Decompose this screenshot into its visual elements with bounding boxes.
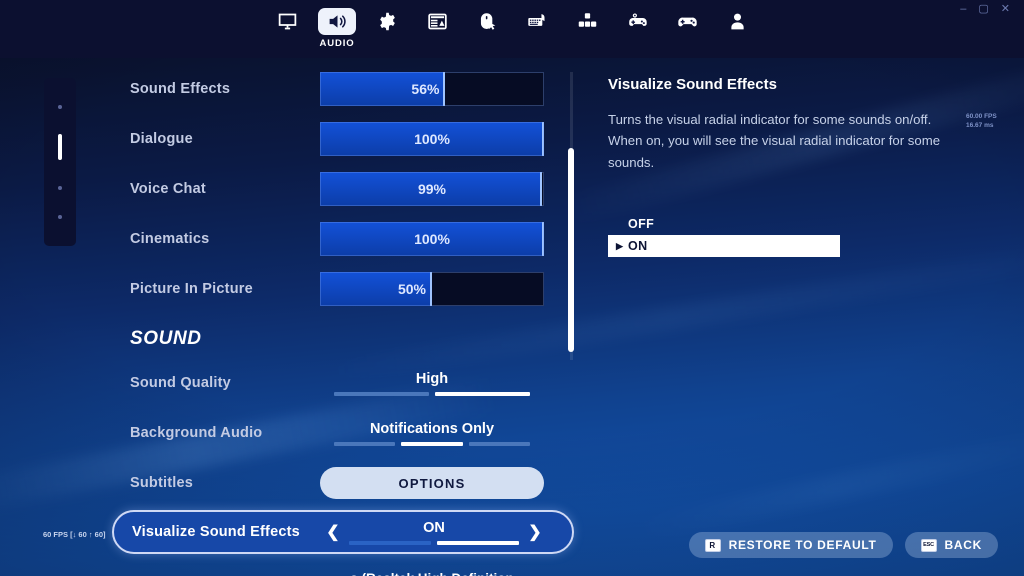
caret-right-icon: ▶ bbox=[616, 240, 624, 251]
stepper-value: High bbox=[415, 370, 449, 387]
tab-brightness[interactable] bbox=[568, 8, 606, 35]
tab-game[interactable] bbox=[368, 8, 406, 35]
setting-label: Subtitles bbox=[130, 475, 194, 491]
detail-panel: Visualize Sound Effects Turns the visual… bbox=[608, 76, 978, 258]
page-dot[interactable] bbox=[58, 215, 62, 220]
segment bbox=[468, 441, 530, 446]
stepper-value: Notifications Only bbox=[369, 420, 495, 437]
list-scrollbar-thumb[interactable] bbox=[568, 148, 574, 352]
footer-buttons: R RESTORE TO DEFAULT ESC BACK bbox=[688, 532, 998, 558]
tab-audio-label: AUDIO bbox=[319, 38, 355, 49]
segment bbox=[349, 540, 431, 545]
fps-overlay-left: 60 FPS [↓ 60 ↑ 60] bbox=[43, 530, 106, 539]
back-label: BACK bbox=[944, 538, 982, 552]
segment bbox=[334, 391, 429, 396]
page-dot[interactable] bbox=[58, 185, 62, 190]
frametime-value: 16.67 ms bbox=[966, 122, 994, 130]
segment-active bbox=[401, 441, 463, 446]
page-dot[interactable] bbox=[58, 104, 62, 109]
detail-title: Visualize Sound Effects bbox=[608, 76, 777, 93]
setting-row-sound-quality[interactable]: Sound Quality High bbox=[112, 360, 574, 406]
tab-controller-config[interactable] bbox=[618, 8, 656, 35]
setting-row-voice-chat[interactable]: Voice Chat 99% bbox=[112, 166, 574, 212]
section-header-sound: SOUND bbox=[130, 328, 202, 349]
setting-label: Picture In Picture bbox=[130, 281, 253, 297]
detail-options-list: OFF ▶ ON bbox=[608, 213, 840, 258]
segment-indicator bbox=[334, 391, 530, 396]
key-esc-icon: ESC bbox=[920, 538, 937, 552]
segment-indicator bbox=[334, 441, 530, 446]
stepper-visualize-sound-effects[interactable]: ON bbox=[344, 512, 524, 552]
detail-option-on[interactable]: ▶ ON bbox=[608, 235, 840, 258]
stepper-value: ON bbox=[423, 519, 445, 536]
settings-tab-bar: AUDIO bbox=[0, 8, 1024, 49]
stepper-value: s (Realtek High Definition bbox=[350, 571, 514, 576]
volume-slider-dialogue[interactable]: 100% bbox=[320, 122, 544, 156]
tab-account[interactable] bbox=[718, 8, 756, 35]
restore-to-default-button[interactable]: R RESTORE TO DEFAULT bbox=[688, 532, 893, 558]
stepper-left-arrow[interactable]: ❮ bbox=[322, 522, 344, 542]
setting-row-cinematics[interactable]: Cinematics 100% bbox=[112, 216, 574, 262]
setting-label: Visualize Sound Effects bbox=[132, 524, 300, 540]
fps-value: 60.00 FPS bbox=[966, 113, 997, 120]
segment-active bbox=[437, 540, 519, 545]
stepper-background-audio[interactable]: Notifications Only bbox=[320, 413, 544, 453]
setting-row-dialogue[interactable]: Dialogue 100% bbox=[112, 116, 574, 162]
setting-label: Background Audio bbox=[130, 425, 263, 441]
setting-row-picture-in-picture[interactable]: Picture In Picture 50% bbox=[112, 266, 574, 312]
tab-audio[interactable]: AUDIO bbox=[318, 8, 356, 49]
segment-indicator bbox=[349, 540, 519, 545]
setting-row-sound-effects[interactable]: Sound Effects 56% bbox=[112, 66, 574, 112]
setting-label: Voice Chat bbox=[130, 181, 206, 197]
volume-slider-cinematics[interactable]: 100% bbox=[320, 222, 544, 256]
title-bar: ‒ ▢ ✕ AUDIO bbox=[0, 0, 1024, 58]
setting-row-background-audio[interactable]: Background Audio Notifications Only bbox=[112, 410, 574, 456]
setting-row-audio-output-device[interactable]: Audio Output Device s (Realtek High Defi… bbox=[112, 560, 574, 576]
stepper-sound-quality[interactable]: High bbox=[320, 363, 544, 403]
fps-overlay-right: 60.00 FPS 16.67 ms bbox=[966, 112, 997, 131]
subtitles-options-button[interactable]: OPTIONS bbox=[320, 467, 544, 499]
tab-keyboard[interactable] bbox=[518, 8, 556, 35]
setting-label: Cinematics bbox=[130, 231, 210, 247]
detail-option-label: OFF bbox=[628, 217, 655, 232]
setting-row-subtitles[interactable]: Subtitles OPTIONS bbox=[112, 460, 574, 506]
back-button[interactable]: ESC BACK bbox=[904, 532, 998, 558]
detail-description: Turns the visual radial indicator for so… bbox=[608, 112, 941, 170]
setting-label: Sound Quality bbox=[130, 375, 231, 391]
segment-active bbox=[435, 391, 530, 396]
volume-slider-voice-chat[interactable]: 99% bbox=[320, 172, 544, 206]
page-indicator[interactable] bbox=[44, 78, 76, 246]
page-dot-active[interactable] bbox=[58, 134, 62, 161]
tab-mouse[interactable] bbox=[468, 8, 506, 35]
key-r-icon: R bbox=[704, 538, 721, 552]
setting-label: Dialogue bbox=[130, 131, 193, 147]
segment bbox=[334, 441, 396, 446]
detail-option-label: ON bbox=[628, 239, 648, 254]
restore-to-default-label: RESTORE TO DEFAULT bbox=[728, 538, 877, 552]
stepper-right-arrow[interactable]: ❯ bbox=[524, 522, 546, 542]
background-streak bbox=[622, 420, 1024, 546]
settings-screen: ‒ ▢ ✕ AUDIO Sound Effects 56% Dialogue 1… bbox=[0, 0, 1024, 576]
tab-video[interactable] bbox=[268, 8, 306, 35]
setting-row-visualize-sound-effects[interactable]: Visualize Sound Effects ❮ ON ❯ bbox=[112, 510, 574, 554]
volume-slider-sound-effects[interactable]: 56% bbox=[320, 72, 544, 106]
detail-option-off[interactable]: OFF bbox=[608, 213, 840, 235]
tab-controller[interactable] bbox=[668, 8, 706, 35]
settings-list: Sound Effects 56% Dialogue 100% Voice Ch… bbox=[112, 66, 574, 576]
stepper-audio-output-device[interactable]: s (Realtek High Definition bbox=[320, 563, 544, 576]
setting-label: Sound Effects bbox=[130, 81, 231, 97]
tab-hud-layout[interactable] bbox=[418, 8, 456, 35]
volume-slider-picture-in-picture[interactable]: 50% bbox=[320, 272, 544, 306]
